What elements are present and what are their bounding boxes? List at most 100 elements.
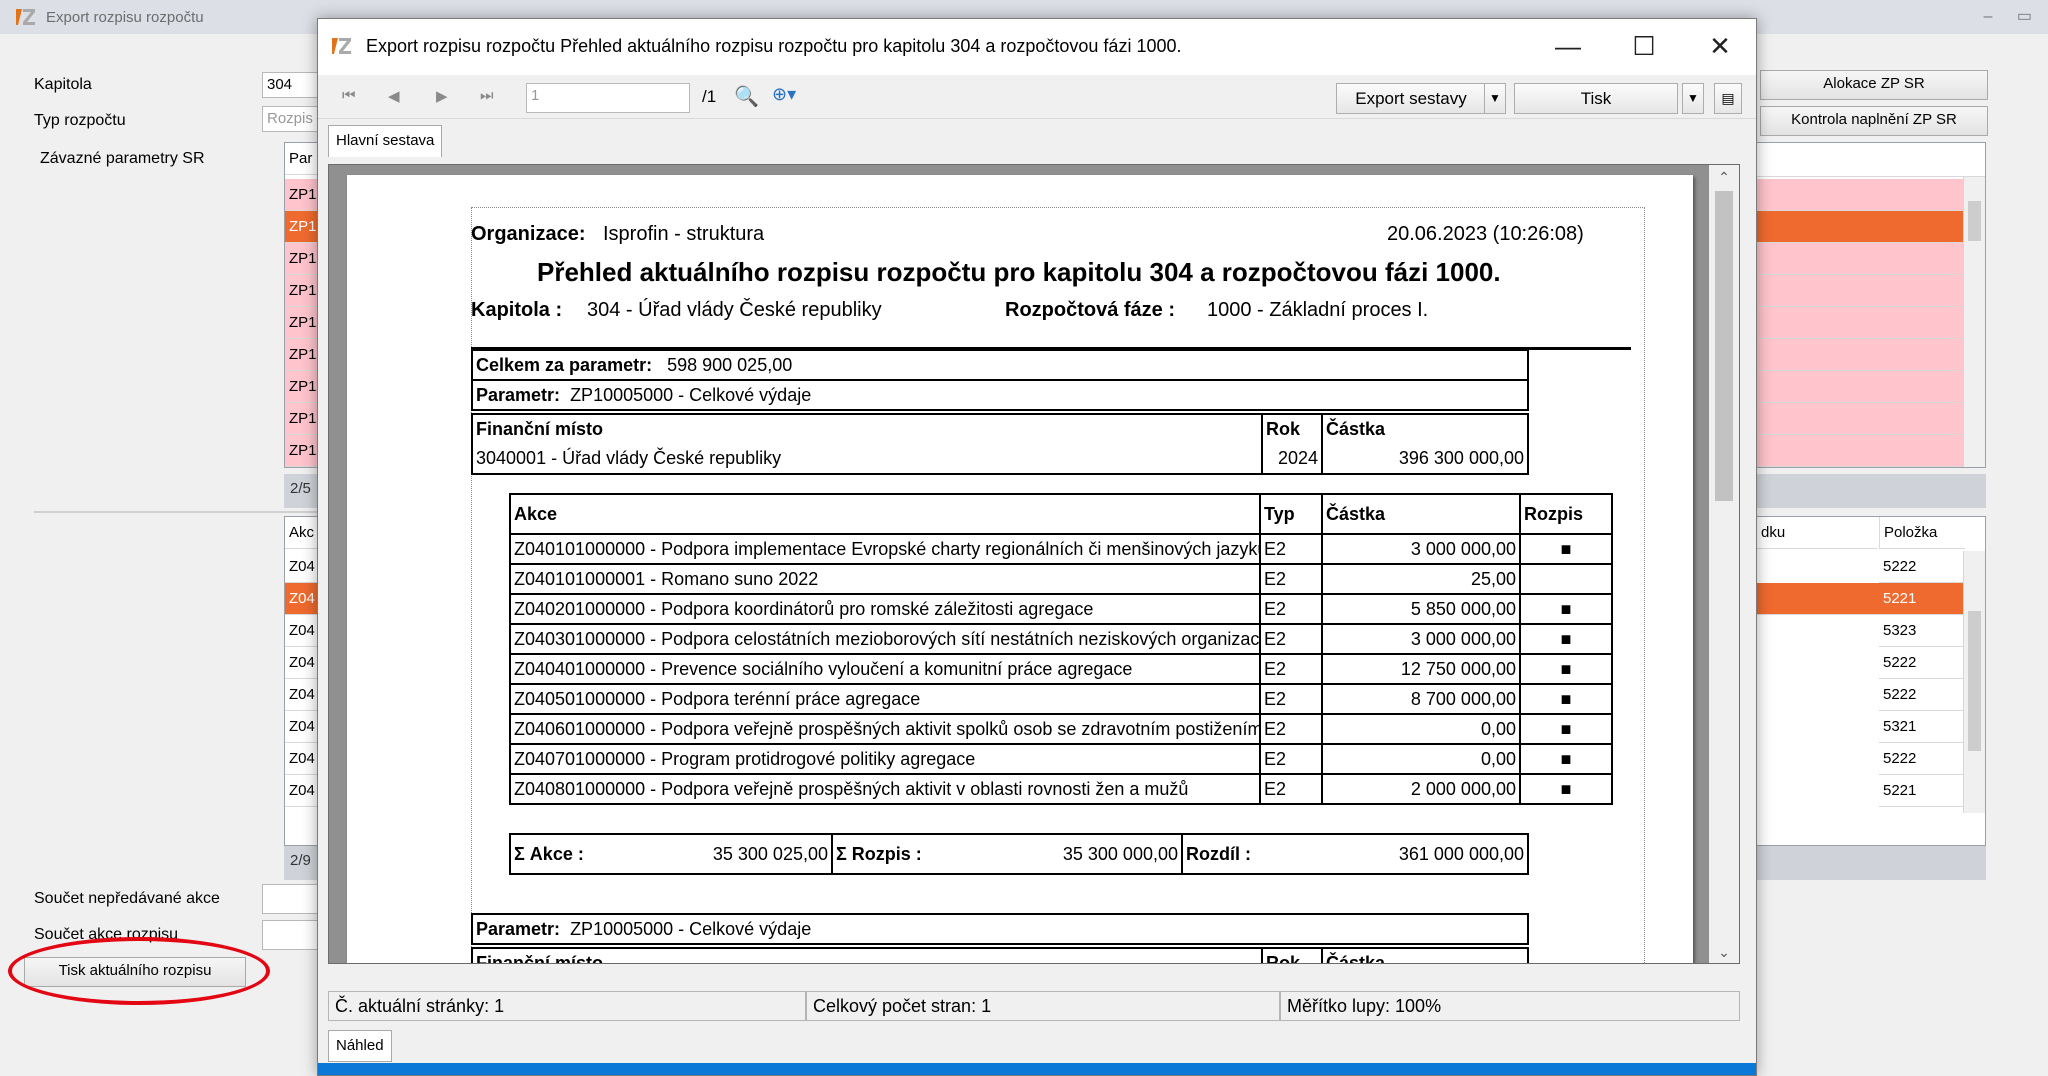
soucet-nepredavane-field[interactable] xyxy=(262,884,322,914)
fm-header: Finanční místo xyxy=(471,413,1263,444)
scrollbar[interactable] xyxy=(1963,177,1985,467)
actions-table: Akce Typ Částka Rozpis Z040101000000 - P… xyxy=(509,493,1613,805)
fm-row-rok: 2024 xyxy=(1261,444,1323,475)
minimize-icon[interactable]: — xyxy=(1530,19,1606,75)
app-logo-icon xyxy=(332,38,351,54)
table-row: Z040801000000 - Podpora veřejně prospěšn… xyxy=(509,773,1613,805)
sum-akce-label: Σ Akce : xyxy=(509,833,592,875)
find-binoculars-icon[interactable]: 🔍 xyxy=(734,84,759,109)
scroll-up-icon[interactable]: ⌃ xyxy=(1709,169,1739,186)
maximize-icon[interactable]: ☐ xyxy=(1606,19,1682,75)
celkem-row: Celkem za parametr: 598 900 025,00 xyxy=(471,349,1529,381)
table-row[interactable]: 5222 xyxy=(1879,551,1965,583)
tab-preview[interactable]: Náhled xyxy=(328,1030,392,1062)
grid-header-polozka[interactable]: Položka xyxy=(1879,517,1965,549)
financial-place-table-2: Finanční místo Rok Částka xyxy=(471,947,1529,963)
rok-header-2: Rok xyxy=(1261,947,1323,963)
rozpis-header: Rozpis xyxy=(1519,493,1613,535)
scrollbar[interactable] xyxy=(1963,551,1985,813)
last-page-icon[interactable]: ⏭ xyxy=(480,87,494,104)
table-row: Z040401000000 - Prevence sociálního vylo… xyxy=(509,653,1613,685)
background-window-title: Export rozpisu rozpočtu xyxy=(46,9,204,26)
status-bar: Č. aktuální stránky: 1 Celkový počet str… xyxy=(328,991,1740,1021)
splitter[interactable] xyxy=(34,511,324,513)
page-total: /1 xyxy=(702,87,717,106)
table-row: Z040601000000 - Podpora veřejně prospěšn… xyxy=(509,713,1613,745)
grid-header[interactable]: dku xyxy=(1757,517,1877,549)
soucet-nepredavane-label: Součet nepředávané akce xyxy=(34,890,220,907)
report-preview[interactable]: Organizace: Isprofin - struktura 20.06.2… xyxy=(328,164,1740,964)
dialog-titlebar: Export rozpisu rozpočtu Přehled aktuální… xyxy=(318,19,1756,75)
typ-rozpoctu-field[interactable]: Rozpis xyxy=(262,106,322,132)
zavazne-parametry-label: Závazné parametry SR xyxy=(40,150,205,167)
page-number-input[interactable]: 1 xyxy=(526,83,690,113)
org-value: Isprofin - struktura xyxy=(603,223,765,245)
report-heading: Přehled aktuálního rozpisu rozpočtu pro … xyxy=(537,257,1501,287)
preview-scrollbar[interactable]: ⌃ ⌄ xyxy=(1709,165,1739,963)
report-page: Organizace: Isprofin - struktura 20.06.2… xyxy=(347,175,1693,963)
soucet-akce-field[interactable] xyxy=(262,920,322,950)
table-row[interactable]: 5222 xyxy=(1879,679,1965,711)
kontrola-naplneni-button[interactable]: Kontrola naplnění ZP SR xyxy=(1760,106,1988,136)
close-icon[interactable]: ✕ xyxy=(1682,19,1758,75)
akce-header: Akce xyxy=(509,493,1261,535)
faze-label: Rozpočtová fáze : xyxy=(1005,299,1176,321)
table-row[interactable] xyxy=(1757,275,1965,307)
background-window-controls-icon[interactable]: – ▭ xyxy=(1984,6,2042,26)
document-options-icon[interactable]: ▤ xyxy=(1714,83,1742,114)
kapitola-field[interactable]: 304 xyxy=(262,72,322,98)
grid-header xyxy=(1757,143,1985,177)
app-logo-icon xyxy=(16,9,35,25)
table-row: Z040501000000 - Podpora terénní práce ag… xyxy=(509,683,1613,715)
financial-place-table: Finanční místo Rok Částka 3040001 - Úřad… xyxy=(471,413,1529,475)
status-zoom: Měřítko lupy: 100% xyxy=(1280,991,1740,1021)
table-row[interactable] xyxy=(1757,211,1965,243)
table-row[interactable]: 5323 xyxy=(1879,615,1965,647)
print-button[interactable]: Tisk xyxy=(1514,83,1678,114)
first-page-icon[interactable]: ⏮ xyxy=(342,87,356,104)
table-row[interactable] xyxy=(1757,243,1965,275)
param-row: Parametr: ZP10005000 - Celkové výdaje xyxy=(471,379,1529,411)
zoom-icon[interactable]: ⊕▾ xyxy=(772,84,796,105)
scroll-thumb[interactable] xyxy=(1715,191,1733,501)
status-current-page: Č. aktuální stránky: 1 xyxy=(328,991,806,1021)
export-report-button[interactable]: Export sestavy xyxy=(1336,83,1486,114)
parameter2-table: Parametr: ZP10005000 - Celkové výdaje xyxy=(471,913,1529,945)
table-row[interactable] xyxy=(1757,435,1965,467)
faze-value: 1000 - Základní proces I. xyxy=(1207,299,1429,321)
table-row[interactable] xyxy=(1757,179,1965,211)
next-page-icon[interactable]: ▶ xyxy=(436,87,448,105)
fm-header-2: Finanční místo xyxy=(471,947,1263,963)
castka-header-2: Částka xyxy=(1321,947,1529,963)
table-row: Z040701000000 - Program protidrogové pol… xyxy=(509,743,1613,775)
alokace-zp-sr-button[interactable]: Alokace ZP SR xyxy=(1760,70,1988,100)
scroll-down-icon[interactable]: ⌄ xyxy=(1709,944,1739,961)
table-row[interactable]: 5221 xyxy=(1757,583,1965,615)
print-dropdown-chevron-icon[interactable]: ▼ xyxy=(1682,83,1704,114)
table-row[interactable]: 5222 xyxy=(1879,647,1965,679)
table-row[interactable]: 5321 xyxy=(1879,711,1965,743)
rok-header: Rok xyxy=(1261,413,1323,444)
report-toolbar: ⏮ ◀ ▶ ⏭ 1 /1 🔍 ⊕▾ Export sestavy ▼ Tisk … xyxy=(318,75,1756,119)
table-row[interactable]: 5222 xyxy=(1879,743,1965,775)
table-row[interactable] xyxy=(1757,339,1965,371)
org-label: Organizace: xyxy=(471,223,586,245)
dialog-title: Export rozpisu rozpočtu Přehled aktuální… xyxy=(366,36,1182,56)
export-dialog: Export rozpisu rozpočtu Přehled aktuální… xyxy=(317,18,1757,1076)
sum-rozdil-value: 361 000 000,00 xyxy=(1262,833,1529,875)
actions-grid-right[interactable]: dku Položka 5222 5221 5323 5222 5222 532… xyxy=(1756,516,1986,846)
table-row: Z040101000000 - Podpora implementace Evr… xyxy=(509,533,1613,565)
sum-rozpis-value: 35 300 000,00 xyxy=(932,833,1183,875)
table-row[interactable] xyxy=(1757,307,1965,339)
parameter-summary-table: Celkem za parametr: 598 900 025,00 Param… xyxy=(471,349,1529,411)
table-row[interactable] xyxy=(1757,403,1965,435)
castka-header: Částka xyxy=(1321,413,1529,444)
table-row[interactable] xyxy=(1757,371,1965,403)
export-dropdown-chevron-icon[interactable]: ▼ xyxy=(1484,83,1506,114)
tab-main-report[interactable]: Hlavní sestava xyxy=(328,125,443,157)
red-highlight-circle xyxy=(8,937,270,1005)
table-row[interactable]: 5221 xyxy=(1879,775,1965,807)
prev-page-icon[interactable]: ◀ xyxy=(388,87,400,105)
parameters-grid-right[interactable] xyxy=(1756,142,1986,468)
sum-akce-value: 35 300 025,00 xyxy=(592,833,833,875)
